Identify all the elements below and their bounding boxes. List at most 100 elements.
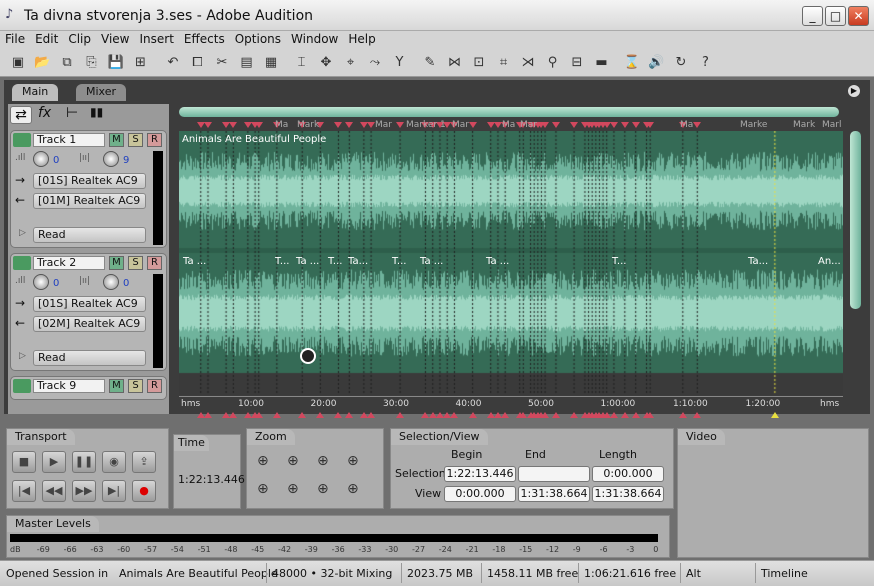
open-append-icon[interactable]: ⧉ [57, 53, 77, 73]
marker-top-icon[interactable] [254, 122, 263, 128]
marker-top-icon[interactable] [631, 122, 640, 128]
split-icon[interactable]: ⋈ [445, 53, 465, 73]
group-icon[interactable]: ⊡ [469, 53, 489, 73]
marker-bottom-icon[interactable] [316, 412, 325, 418]
cut-icon[interactable]: ✂ [212, 53, 232, 73]
menu-view[interactable]: View [96, 31, 134, 47]
record-arm-button[interactable]: R [147, 379, 162, 393]
clip-label[interactable]: T... [275, 256, 289, 267]
menu-edit[interactable]: Edit [30, 31, 63, 47]
begin-field[interactable]: 0:00.000 [444, 486, 516, 502]
menu-clip[interactable]: Clip [63, 31, 96, 47]
go-to-start-button[interactable]: |◀ [12, 480, 36, 502]
output-select[interactable]: [01S] Realtek AC9 [33, 296, 146, 312]
automation-select[interactable]: Read [33, 227, 146, 243]
fast-forward-button[interactable]: ▶▶ [72, 480, 96, 502]
sends-icon[interactable]: ⊢ [66, 105, 78, 121]
tab-main[interactable]: Main [12, 84, 59, 101]
effects-icon[interactable]: fx [38, 105, 51, 121]
metronome-icon[interactable]: ⌛ [622, 53, 642, 73]
track-name-field[interactable]: Track 9 [33, 379, 105, 393]
begin-field[interactable]: 1:22:13.446 [444, 466, 516, 482]
menu-options[interactable]: Options [230, 31, 286, 47]
marker-bottom-icon[interactable] [678, 412, 687, 418]
clip-label[interactable]: T... [328, 256, 342, 267]
end-field[interactable] [518, 466, 590, 482]
marker-bottom-icon[interactable] [203, 412, 212, 418]
expand-icon[interactable]: ▷ [19, 228, 26, 238]
new-session-icon[interactable]: ▣ [8, 53, 28, 73]
save-icon[interactable]: 💾 [106, 53, 126, 73]
play-to-end-button[interactable]: ◉ [102, 451, 126, 473]
marker-bottom-icon[interactable] [501, 412, 510, 418]
input-select[interactable]: [01M] Realtek AC9 [33, 193, 146, 209]
paste-icon[interactable]: ▤ [237, 53, 257, 73]
pan-knob[interactable] [103, 151, 119, 167]
horizontal-zoom-scrollbar[interactable] [179, 107, 839, 117]
menu-file[interactable]: File [0, 31, 30, 47]
mixdown-icon[interactable]: ⊟ [567, 53, 587, 73]
automation-select[interactable]: Read [33, 350, 146, 366]
volume-knob[interactable] [33, 274, 49, 290]
length-field[interactable]: 0:00.000 [592, 466, 664, 482]
menu-help[interactable]: Help [343, 31, 380, 47]
marker-bottom-icon[interactable] [334, 412, 343, 418]
marker-bottom-icon[interactable] [631, 412, 640, 418]
clip-label[interactable]: An... [818, 256, 841, 267]
marker-bottom-icon[interactable] [620, 412, 629, 418]
marker-bottom-icon[interactable] [345, 412, 354, 418]
close-button[interactable]: ✕ [848, 6, 869, 26]
rewind-button[interactable]: ◀◀ [42, 480, 66, 502]
marker-top-icon[interactable] [203, 122, 212, 128]
zoom-out-full-icon[interactable]: ⊕ [317, 453, 329, 469]
marker-top-icon[interactable] [229, 122, 238, 128]
eq-icon[interactable]: ▮▮ [90, 105, 103, 119]
record-arm-button[interactable]: R [147, 256, 162, 270]
save-as-icon[interactable]: ⎘ [82, 53, 102, 73]
marker-top-icon[interactable] [646, 122, 655, 128]
volume-value[interactable]: 0 [53, 155, 59, 166]
marker-bottom-icon[interactable] [646, 412, 655, 418]
marker-bottom-icon[interactable] [229, 412, 238, 418]
zoom-left-edge-icon[interactable]: ⊕ [257, 481, 269, 497]
marker-bottom-icon[interactable] [254, 412, 263, 418]
marker-bottom-icon[interactable] [396, 412, 405, 418]
zoom-selection-icon[interactable]: ⊕ [347, 453, 359, 469]
save-all-icon[interactable]: ⊞ [131, 53, 151, 73]
marker-bottom-icon[interactable] [367, 412, 376, 418]
pause-button[interactable]: ❚❚ [72, 451, 96, 473]
record-button[interactable]: ● [132, 480, 156, 502]
loop-icon[interactable]: ↻ [671, 53, 691, 73]
expand-icon[interactable]: ▷ [19, 351, 26, 361]
marker-top-icon[interactable] [551, 122, 560, 128]
zoom-right-edge-icon[interactable]: ⊕ [287, 481, 299, 497]
go-to-end-button[interactable]: ▶| [102, 480, 126, 502]
pan-value[interactable]: 9 [123, 155, 129, 166]
loop-button[interactable]: ⇪ [132, 451, 156, 473]
panel-menu-button[interactable]: ▶ [848, 85, 860, 97]
speaker-icon[interactable]: 🔊 [647, 53, 667, 73]
play-button[interactable]: ▶ [42, 451, 66, 473]
marker-top-icon[interactable] [620, 122, 629, 128]
zoom-out-vertical-icon[interactable]: ⊕ [347, 481, 359, 497]
time-selection-tool-icon[interactable]: ⌶ [292, 53, 312, 73]
mute-button[interactable]: M [109, 133, 124, 147]
copy-icon[interactable]: ⧠ [188, 53, 208, 73]
output-select[interactable]: [01S] Realtek AC9 [33, 173, 146, 189]
marker-top-icon[interactable] [396, 122, 405, 128]
track-name-field[interactable]: Track 2 [33, 256, 105, 270]
insert-marker-icon[interactable]: Y [390, 53, 410, 73]
marker-top-icon[interactable] [570, 122, 579, 128]
clip-label[interactable]: Ta... [348, 256, 368, 267]
clip-label[interactable]: T... [612, 256, 626, 267]
marker-bottom-icon[interactable] [541, 412, 550, 418]
solo-button[interactable]: S [128, 256, 143, 270]
edit-file-icon[interactable]: ✎ [420, 53, 440, 73]
zoom-out-amplitude-icon[interactable]: ⊕ [287, 453, 299, 469]
clip-label[interactable]: Ta ... [486, 256, 509, 267]
scrub-tool-icon[interactable]: ⤳ [365, 53, 385, 73]
trim-icon[interactable]: ⌗ [494, 53, 514, 73]
lock-icon[interactable]: ⚲ [543, 53, 563, 73]
record-arm-button[interactable]: R [147, 133, 162, 147]
pan-value[interactable]: 0 [123, 278, 129, 289]
